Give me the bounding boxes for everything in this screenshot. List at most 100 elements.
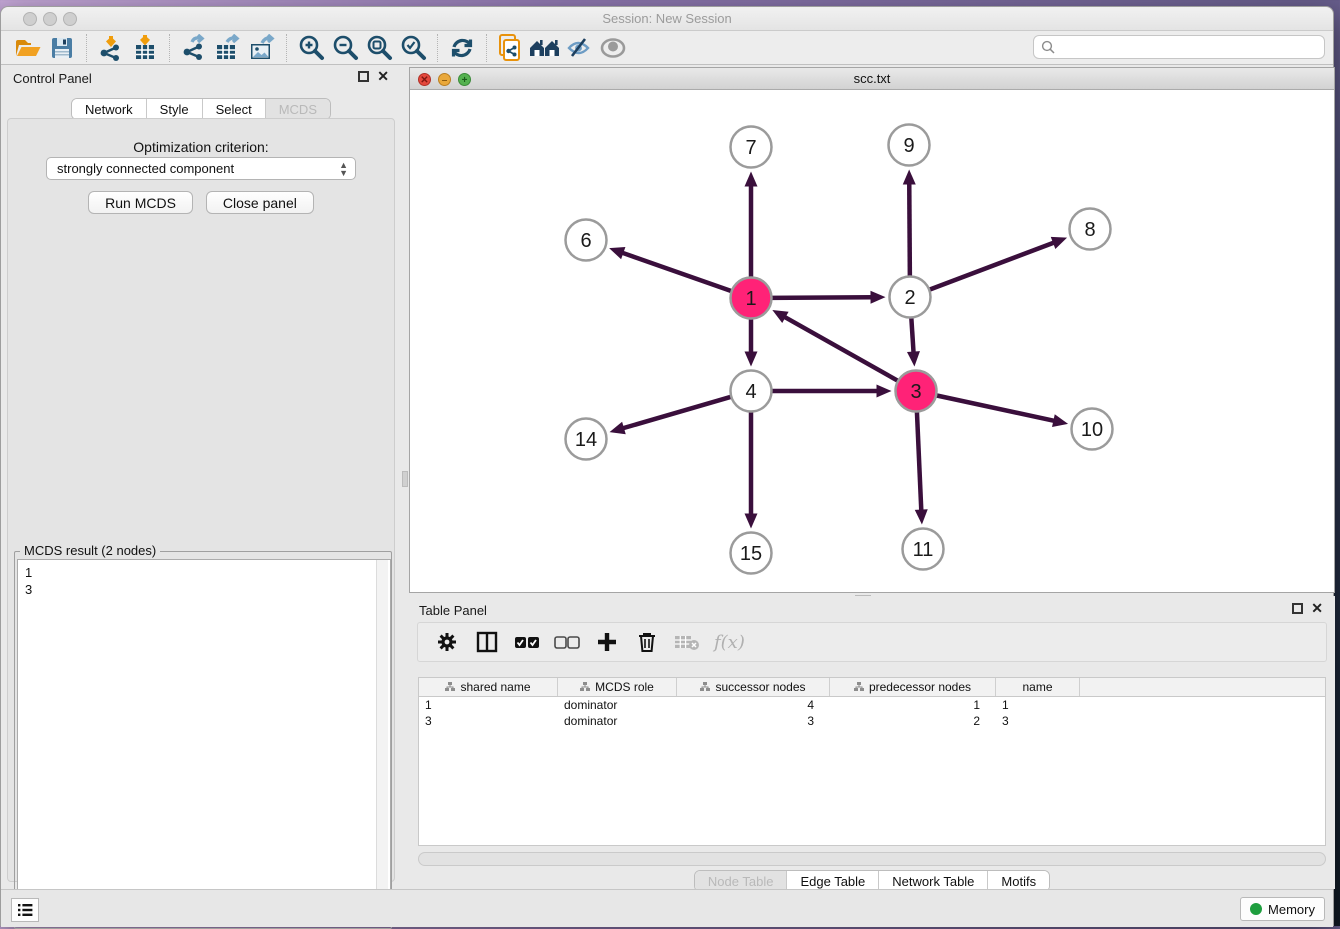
toolbar-separator [86,34,87,62]
node-label-15: 15 [740,543,762,565]
open-session-icon[interactable] [11,33,45,63]
unselect-all-columns-icon[interactable] [554,629,580,655]
node-label-14: 14 [575,429,597,451]
edge-1-2[interactable] [770,297,872,298]
table-row[interactable]: 1dominator411 [419,697,1325,713]
import-table-icon[interactable] [128,33,162,63]
run-mcds-button[interactable]: Run MCDS [88,191,193,214]
cell-successor-nodes[interactable]: 3 [677,713,830,729]
show-column-icon[interactable] [474,629,500,655]
select-stepper-icon: ▲▼ [339,161,348,177]
sort-hierarchy-icon [580,682,590,692]
export-image-icon[interactable] [245,33,279,63]
control-panel-tabs: NetworkStyleSelectMCDS [71,98,331,120]
zoom-out-icon[interactable] [328,33,362,63]
tab-style[interactable]: Style [146,99,202,119]
memory-label: Memory [1268,902,1315,917]
cell-shared-name[interactable]: 3 [419,713,558,729]
arrowhead-icon [745,352,758,367]
tab-network-table[interactable]: Network Table [878,871,987,891]
cell-MCDS-role[interactable]: dominator [558,697,677,713]
memory-button[interactable]: Memory [1240,897,1325,921]
hide-selected-icon[interactable] [562,33,596,63]
function-builder-icon: f(x) [714,629,745,655]
window-title: Session: New Session [1,11,1333,26]
tab-select[interactable]: Select [202,99,265,119]
tab-motifs[interactable]: Motifs [987,871,1049,891]
column-header-MCDS-role[interactable]: MCDS role [558,678,677,696]
edge-3-1[interactable] [784,316,899,381]
table-panel-header: Table Panel ✕ [409,596,1335,622]
cell-MCDS-role[interactable]: dominator [558,713,677,729]
optimization-criterion-label: Optimization criterion: [8,139,394,155]
control-panel-header: Control Panel ✕ [1,65,401,91]
task-history-button[interactable] [11,898,39,922]
arrowhead-icon [870,291,885,304]
table-toolbar: f(x) [417,622,1327,662]
cell-successor-nodes[interactable]: 4 [677,697,830,713]
zoom-selected-icon[interactable] [396,33,430,63]
edge-3-11[interactable] [917,410,921,511]
table-row[interactable]: 3dominator323 [419,713,1325,729]
table-settings-icon[interactable] [434,629,460,655]
zoom-in-icon[interactable] [294,33,328,63]
close-table-panel-icon[interactable]: ✕ [1311,603,1323,614]
search-input[interactable] [1033,35,1325,59]
toolbar-separator [437,34,438,62]
tab-node-table[interactable]: Node Table [695,871,787,891]
mcds-result-group: MCDS result (2 nodes) 1 3 [14,551,392,929]
show-graphics-details-icon[interactable] [596,33,630,63]
delete-column-icon[interactable] [634,629,660,655]
network-view-frame: ✕ – + scc.txt 7968124314101511 [409,67,1335,593]
control-panel-title: Control Panel [13,71,92,86]
tab-mcds[interactable]: MCDS [265,99,330,119]
fx-label: f(x) [714,632,745,653]
splitter-handle-vertical[interactable] [402,471,408,487]
cell-predecessor-nodes[interactable]: 2 [830,713,996,729]
close-panel-button[interactable]: Close panel [206,191,314,214]
tab-edge-table[interactable]: Edge Table [786,871,878,891]
node-label-4: 4 [745,381,756,403]
edge-2-8[interactable] [928,242,1055,290]
result-scrollbar[interactable] [376,560,388,926]
toolbar-separator [286,34,287,62]
apply-layout-icon[interactable] [445,33,479,63]
network-canvas[interactable]: 7968124314101511 [410,90,1334,592]
zoom-fit-icon[interactable] [362,33,396,63]
cell-name[interactable]: 1 [996,697,1080,713]
column-header-name[interactable]: name [996,678,1080,696]
float-table-panel-icon[interactable] [1292,603,1303,614]
import-network-icon[interactable] [94,33,128,63]
mcds-result-title: MCDS result (2 nodes) [20,543,160,558]
select-all-columns-icon[interactable] [514,629,540,655]
arrowhead-icon [903,169,916,184]
float-panel-icon[interactable] [358,71,369,82]
node-label-9: 9 [903,135,914,157]
edge-4-14[interactable] [622,396,732,428]
network-frame-title: scc.txt [410,71,1334,86]
mcds-result-textarea[interactable]: 1 3 [17,559,391,927]
close-panel-icon[interactable]: ✕ [377,71,389,82]
edge-2-9[interactable] [909,182,910,277]
cell-predecessor-nodes[interactable]: 1 [830,697,996,713]
show-all-nodes-edges-icon[interactable] [528,33,562,63]
cell-name[interactable]: 3 [996,713,1080,729]
column-header-successor-nodes[interactable]: successor nodes [677,678,830,696]
tab-network[interactable]: Network [72,99,146,119]
export-network-icon[interactable] [177,33,211,63]
new-network-from-selection-icon[interactable] [494,33,528,63]
network-frame-titlebar: ✕ – + scc.txt [410,68,1334,90]
edge-1-6[interactable] [621,252,732,291]
column-header-predecessor-nodes[interactable]: predecessor nodes [830,678,996,696]
save-session-icon[interactable] [45,33,79,63]
table-horizontal-scrollbar[interactable] [418,852,1326,866]
node-label-11: 11 [913,539,934,561]
edge-2-3[interactable] [911,316,913,353]
criterion-select[interactable]: strongly connected component ▲▼ [46,157,356,180]
cell-shared-name[interactable]: 1 [419,697,558,713]
export-table-icon[interactable] [211,33,245,63]
column-header-shared-name[interactable]: shared name [419,678,558,696]
add-column-icon[interactable] [594,629,620,655]
control-panel: Control Panel ✕ NetworkStyleSelectMCDS O… [1,65,401,889]
edge-3-10[interactable] [935,395,1055,421]
